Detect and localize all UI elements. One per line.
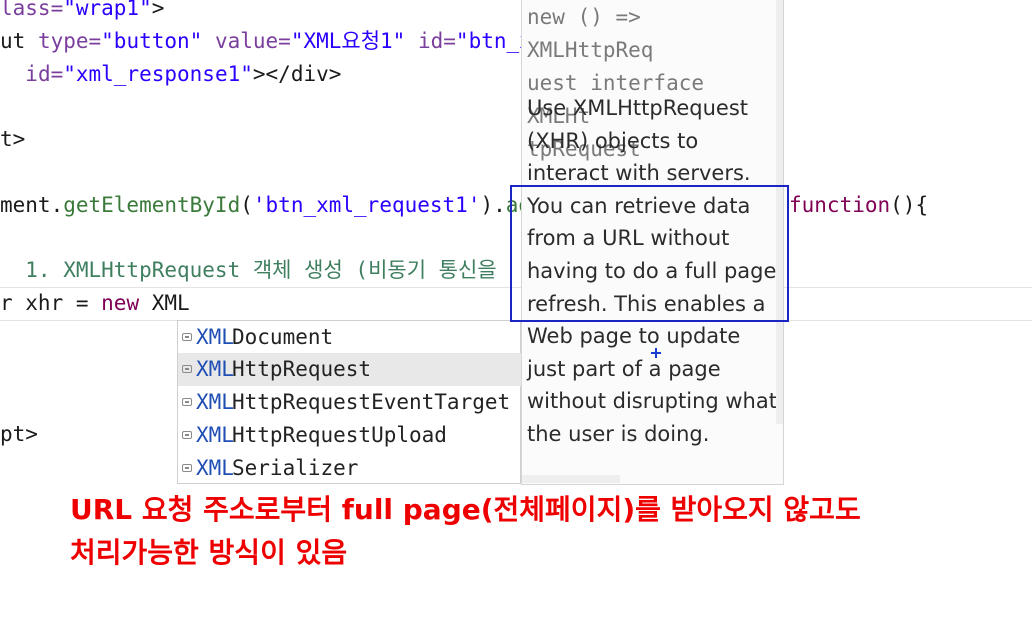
assist-item-match: XML	[196, 456, 234, 480]
code-token: (){	[890, 193, 929, 217]
code-line-3[interactable]: id="xml_response1"></div>	[0, 62, 341, 86]
code-token: id=	[25, 62, 64, 86]
annotation-text-line-1: URL 요청 주소로부터 full page(전체페이지)를 받아오지 않고도	[70, 493, 861, 526]
code-token: ).	[480, 193, 506, 217]
code-token: r xhr =	[0, 291, 102, 315]
code-line-7[interactable]: r xhr = new XML	[0, 291, 190, 315]
code-token: ment.	[0, 193, 64, 217]
code-token: XML	[139, 291, 190, 315]
variable-icon	[182, 464, 192, 472]
assist-item-label: HttpRequestEventTarget	[232, 390, 511, 414]
assist-item-match: XML	[196, 423, 234, 447]
code-token: value=	[214, 29, 291, 53]
code-token: "wrap1"	[63, 0, 152, 20]
code-token: 'btn_xml_request1'	[252, 193, 481, 217]
code-token: new	[101, 291, 140, 315]
code-token: lass=	[0, 0, 64, 20]
assist-item-xmlhttprequesteventtarget[interactable]: XML HttpRequestEventTarget	[178, 386, 521, 419]
code-token: "XML요청1"	[290, 29, 406, 53]
code-token: function	[789, 193, 891, 217]
code-line-5-tail[interactable]: function(){	[789, 193, 928, 217]
doc-horizontal-scrollbar[interactable]	[522, 475, 620, 483]
assist-item-xmldocument[interactable]: XML Document	[178, 321, 521, 354]
code-token: >	[151, 0, 165, 20]
assist-item-xmlhttprequest[interactable]: XML HttpRequest	[178, 353, 521, 386]
variable-icon	[182, 398, 192, 406]
code-token: "button"	[101, 29, 203, 53]
assist-item-label: Serializer	[232, 456, 359, 480]
variable-icon	[182, 333, 192, 341]
code-line-8[interactable]: pt>	[0, 422, 38, 446]
mouse-cursor-icon	[651, 348, 661, 358]
assist-item-xmlhttprequestupload[interactable]: XML HttpRequestUpload	[178, 419, 521, 452]
code-line-1[interactable]: lass="wrap1">	[0, 0, 164, 20]
code-comment: 1. XMLHttpRequest 객체 생성 (비동기 통신을	[0, 258, 497, 282]
code-token: id=	[417, 29, 456, 53]
code-token: "xml_response1"	[63, 62, 253, 86]
assist-item-match: XML	[196, 390, 234, 414]
assist-item-match: XML	[196, 357, 234, 381]
code-line-6[interactable]: 1. XMLHttpRequest 객체 생성 (비동기 통신을	[0, 258, 497, 282]
content-assist-popup[interactable]: XML Document XML HttpRequest XML HttpReq…	[177, 320, 521, 484]
code-token: ></div>	[252, 62, 342, 86]
code-line-5[interactable]: ment.getElementById('btn_xml_request1').…	[0, 193, 556, 217]
assist-item-label: HttpRequest	[232, 357, 372, 381]
code-token: t>	[0, 127, 26, 151]
code-token: getElementById	[63, 193, 241, 217]
doc-signature-line: new () => XMLHttpReq	[527, 5, 654, 62]
code-line-4[interactable]: t>	[0, 127, 25, 151]
annotation-highlight-box	[510, 185, 789, 322]
code-token: ut	[0, 29, 38, 53]
code-token: pt>	[0, 422, 38, 446]
variable-icon	[182, 365, 192, 373]
assist-item-label: Document	[232, 325, 334, 349]
assist-item-xmlserializer[interactable]: XML Serializer	[178, 452, 521, 485]
code-token: type=	[37, 29, 102, 53]
assist-item-label: HttpRequestUpload	[232, 423, 447, 447]
code-line-2[interactable]: ut type="button" value="XML요청1" id="btn_…	[0, 29, 544, 53]
annotation-text-line-2: 처리가능한 방식이 있음	[70, 536, 348, 569]
variable-icon	[182, 431, 192, 439]
assist-item-match: XML	[196, 325, 234, 349]
code-token: (	[240, 193, 253, 217]
